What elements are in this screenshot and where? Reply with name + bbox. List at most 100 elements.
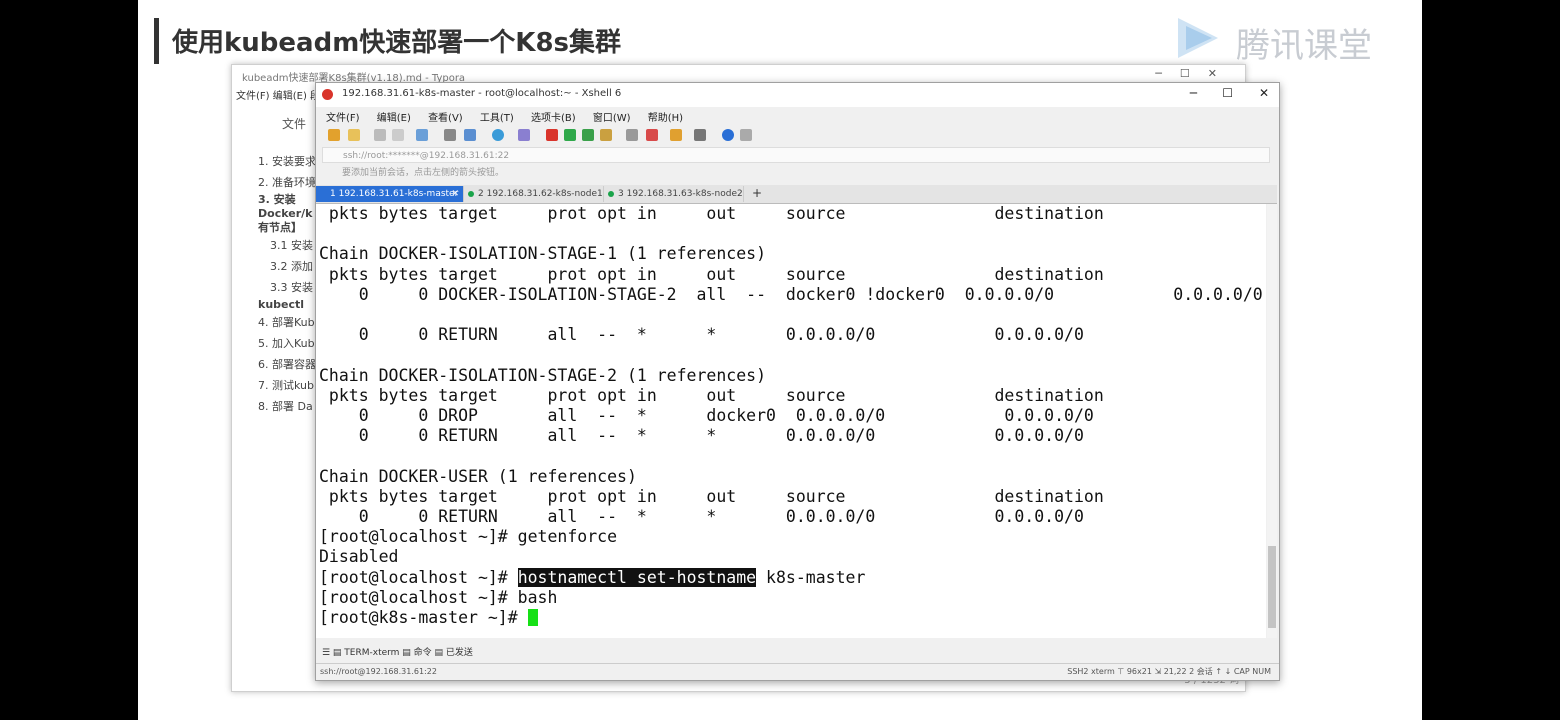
toc-item[interactable]: 6. 部署容器: [258, 354, 318, 375]
status-info: SSH2 xterm ⊤ 96x21 ⇲ 21,22 2 会话 ↑ ↓ CAP …: [1067, 667, 1271, 676]
reconnect-icon[interactable]: [392, 129, 404, 141]
menu-file[interactable]: 文件(F): [326, 113, 360, 124]
terminal-line: Chain DOCKER-ISOLATION-STAGE-2 (1 refere…: [319, 365, 767, 385]
prompt: [root@localhost ~]#: [319, 567, 518, 587]
find-icon[interactable]: [444, 129, 456, 141]
terminal-line: 0 0 RETURN all -- * * 0.0.0.0/0 0.0.0.0/…: [319, 507, 1084, 527]
terminal-line: pkts bytes target prot opt in out source…: [319, 486, 1104, 506]
maximize-button[interactable]: ☐: [1222, 86, 1233, 100]
toc-item[interactable]: 4. 部署Kub: [258, 312, 318, 333]
terminal-line: Chain DOCKER-ISOLATION-STAGE-1 (1 refere…: [319, 244, 767, 264]
typora-toc: 1. 安装要求 2. 准备环境 3. 安装 Docker/k 有节点】 3.1 …: [258, 151, 318, 417]
open-folder-icon[interactable]: [348, 129, 360, 141]
terminal-line: pkts bytes target prot opt in out source…: [319, 204, 1104, 223]
toc-item[interactable]: Docker/k: [258, 207, 318, 221]
slide: 使用kubeadm快速部署一个K8s集群 腾讯课堂 kubeadm快速部署K8s…: [138, 0, 1422, 720]
slide-title: 使用kubeadm快速部署一个K8s集群: [172, 28, 622, 58]
terminal-line: 0 0 RETURN all -- * * 0.0.0.0/0 0.0.0.0/…: [319, 325, 1084, 345]
prompt: [root@k8s-master ~]#: [319, 608, 528, 628]
menu-window[interactable]: 窗口(W): [593, 113, 631, 124]
disconnect-icon[interactable]: [374, 129, 386, 141]
address-bar[interactable]: ssh://root:*******@192.168.31.61:22: [322, 147, 1270, 163]
toc-item[interactable]: 8. 部署 Da: [258, 396, 318, 417]
menu-view[interactable]: 查看(V): [428, 113, 463, 124]
close-tab-icon[interactable]: ✕: [451, 186, 459, 202]
session-hint: 要添加当前会话，点击左侧的箭头按钮。: [342, 168, 505, 178]
tab-label: 1 192.168.31.61-k8s-master: [330, 189, 459, 199]
typora-files-label[interactable]: 文件: [282, 115, 306, 132]
fullscreen-icon[interactable]: [464, 129, 476, 141]
terminal-line: pkts bytes target prot opt in out source…: [319, 385, 1104, 405]
minimize-button[interactable]: ─: [1190, 86, 1197, 100]
terminal[interactable]: pkts bytes target prot opt in out source…: [316, 204, 1266, 638]
toc-item[interactable]: 5. 加入Kub: [258, 333, 318, 354]
terminal-line: 0 0 DOCKER-ISOLATION-STAGE-2 all -- dock…: [319, 284, 1263, 304]
terminal-line: [root@localhost ~]# getenforce: [319, 527, 618, 547]
compose-bar[interactable]: ☰ ▤ TERM-xterm ▤ 命令 ▤ 已发送: [316, 645, 1279, 661]
status-connection: ssh://root@192.168.31.61:22: [320, 667, 437, 676]
toc-item[interactable]: 有节点】: [258, 221, 318, 235]
add-tab-icon[interactable]: +: [752, 186, 762, 200]
scrollbar-thumb[interactable]: [1268, 546, 1276, 628]
highlight-icon[interactable]: [670, 129, 682, 141]
tab-label: 2 192.168.31.62-k8s-node1: [478, 189, 603, 199]
xmanager-icon[interactable]: [564, 129, 576, 141]
keyboard-icon[interactable]: [626, 129, 638, 141]
xshell-window: 192.168.31.61-k8s-master - root@localhos…: [315, 82, 1280, 681]
xftp-icon[interactable]: [546, 129, 558, 141]
terminal-cursor: [527, 609, 538, 627]
toc-item[interactable]: kubectl: [258, 298, 318, 312]
layout-icon[interactable]: [694, 129, 706, 141]
toc-item[interactable]: 3.3 安装: [258, 277, 318, 298]
toc-item[interactable]: 2. 准备环境: [258, 172, 318, 193]
typora-menu[interactable]: 文件(F) 编辑(E) 段: [236, 87, 320, 102]
session-tabs: 1 192.168.31.61-k8s-master ✕ 2 192.168.3…: [316, 185, 1277, 204]
toc-item[interactable]: 3. 安装: [258, 193, 318, 207]
terminal-line: [root@localhost ~]# bash: [319, 587, 558, 607]
tencent-classroom-logo: 腾讯课堂: [1170, 12, 1384, 66]
menu-help[interactable]: 帮助(H): [648, 113, 683, 124]
tab-label: 3 192.168.31.63-k8s-node2: [618, 189, 743, 199]
toc-item[interactable]: 7. 测试kub: [258, 375, 318, 396]
terminal-line: 0 0 DROP all -- * docker0 0.0.0.0/0 0.0.…: [319, 406, 1094, 426]
play-logo-icon: [1178, 18, 1218, 58]
title-accent-bar: [154, 18, 159, 64]
selected-command[interactable]: hostnamectl set-hostname: [517, 567, 757, 587]
xshell-toolbar: [324, 127, 1264, 145]
logo-text: 腾讯课堂: [1236, 26, 1372, 66]
connected-dot-icon: [468, 191, 474, 197]
tab-session-1[interactable]: 1 192.168.31.61-k8s-master ✕: [316, 186, 464, 202]
new-session-icon[interactable]: [328, 129, 340, 141]
menu-tab[interactable]: 选项卡(B): [531, 113, 576, 124]
close-button[interactable]: ✕: [1259, 86, 1269, 100]
toc-item[interactable]: 3.2 添加: [258, 256, 318, 277]
terminal-line: Disabled: [319, 547, 399, 567]
terminal-line: Chain DOCKER-USER (1 references): [319, 466, 637, 486]
lock-icon[interactable]: [600, 129, 612, 141]
globe-icon[interactable]: [492, 129, 504, 141]
xshell-menubar: 文件(F) 编辑(E) 查看(V) 工具(T) 选项卡(B) 窗口(W) 帮助(…: [326, 109, 697, 124]
tab-session-3[interactable]: 3 192.168.31.63-k8s-node2: [604, 186, 744, 202]
connected-dot-icon: [608, 191, 614, 197]
terminal-output: pkts bytes target prot opt in out source…: [316, 204, 1266, 628]
help-icon[interactable]: [722, 129, 734, 141]
copy-icon[interactable]: [416, 129, 428, 141]
typora-window-controls[interactable]: ─☐✕: [1155, 67, 1235, 80]
script-icon[interactable]: [646, 129, 658, 141]
toc-item[interactable]: 3.1 安装: [258, 235, 318, 256]
xshell-titlebar: 192.168.31.61-k8s-master - root@localhos…: [316, 83, 1279, 107]
chat-icon[interactable]: [740, 129, 752, 141]
terminal-scrollbar[interactable]: [1267, 204, 1277, 638]
xshell-app-icon: [322, 89, 333, 100]
command-arg: k8s-master: [756, 567, 866, 587]
tab-session-2[interactable]: 2 192.168.31.62-k8s-node1: [464, 186, 604, 202]
font-icon[interactable]: [518, 129, 530, 141]
toc-item[interactable]: 1. 安装要求: [258, 151, 318, 172]
status-bar: ssh://root@192.168.31.61:22 SSH2 xterm ⊤…: [316, 663, 1279, 680]
terminal-line: 0 0 RETURN all -- * * 0.0.0.0/0 0.0.0.0/…: [319, 426, 1084, 446]
menu-tools[interactable]: 工具(T): [480, 113, 514, 124]
menu-edit[interactable]: 编辑(E): [377, 113, 411, 124]
xshell-title: 192.168.31.61-k8s-master - root@localhos…: [342, 88, 622, 99]
transfer-icon[interactable]: [582, 129, 594, 141]
terminal-line: pkts bytes target prot opt in out source…: [319, 264, 1104, 284]
